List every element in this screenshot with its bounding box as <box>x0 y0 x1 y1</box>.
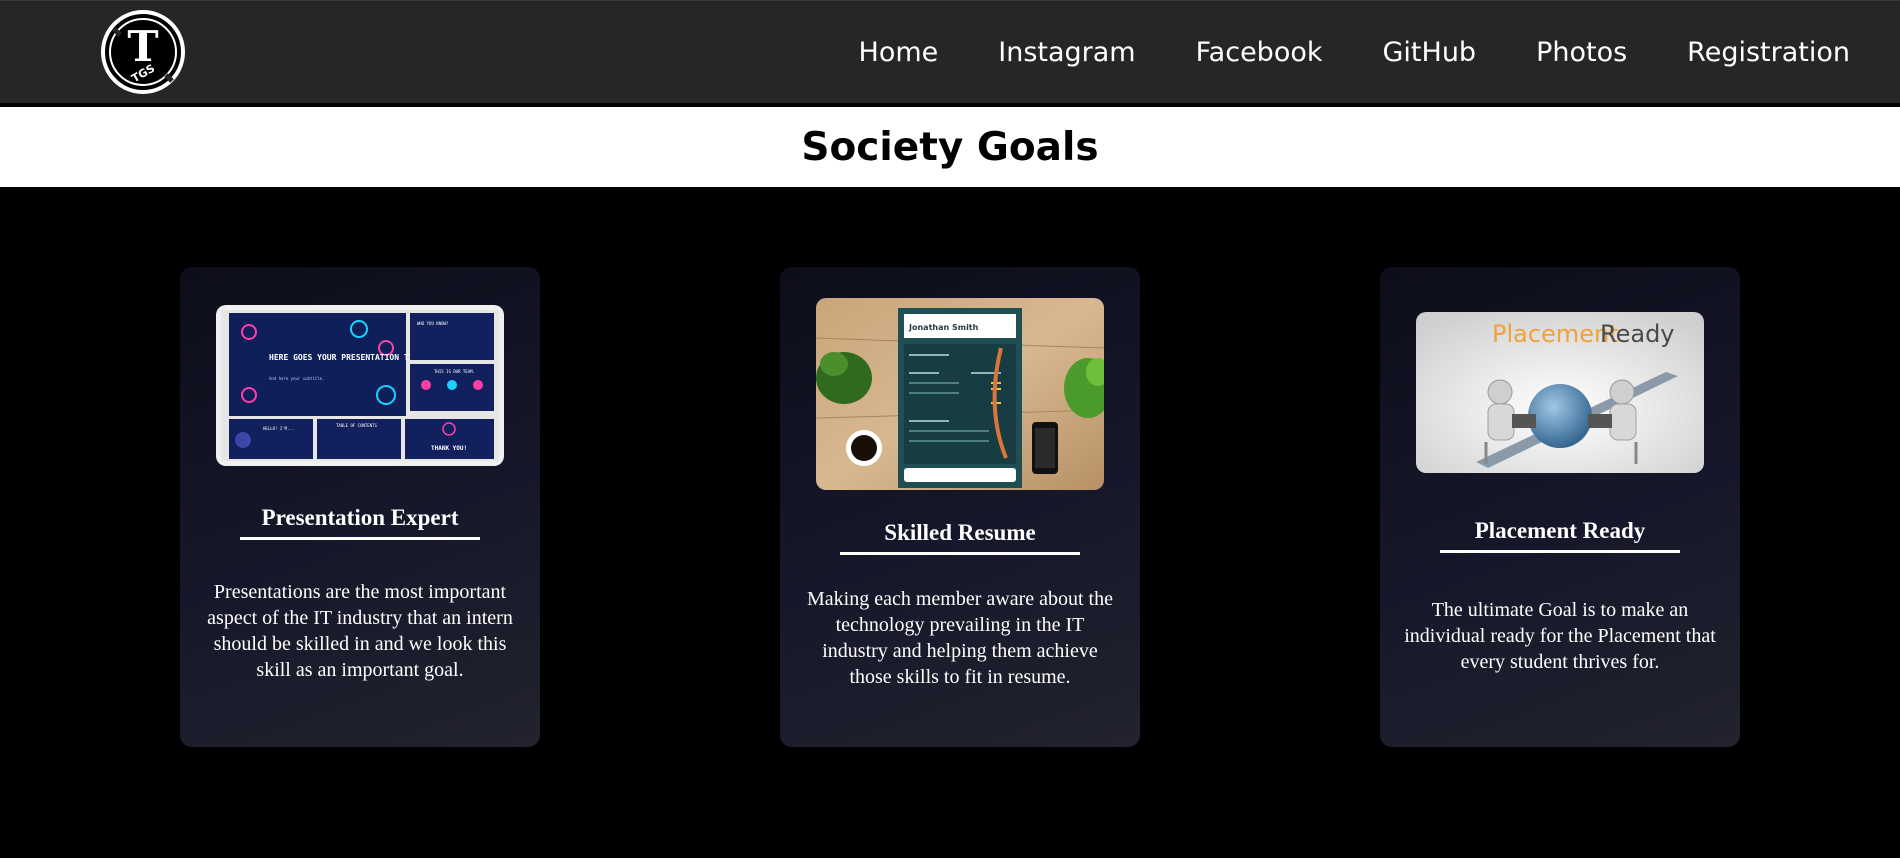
card-title-presentation: Presentation Expert <box>261 505 459 530</box>
page-title: Society Goals <box>801 124 1099 170</box>
slide-hello: HELLO! I'M... <box>263 426 294 431</box>
placement-image: Placement Ready <box>1416 312 1704 473</box>
title-underline <box>840 552 1080 555</box>
presentation-image: HERE GOES YOUR PRESENTATION TITLE And he… <box>216 305 504 466</box>
slide-main-sub: And here your subtitle. <box>269 376 324 381</box>
card-title-placement: Placement Ready <box>1474 518 1646 543</box>
goal-card-presentation: HERE GOES YOUR PRESENTATION TITLE And he… <box>180 267 540 747</box>
nav-facebook[interactable]: Facebook <box>1196 37 1323 68</box>
nav-registration[interactable]: Registration <box>1687 37 1850 68</box>
title-underline <box>240 537 480 540</box>
nav-home[interactable]: Home <box>859 37 939 68</box>
nav-links: Home Instagram Facebook GitHub Photos Re… <box>799 1 1850 104</box>
goal-card-resume: Jonathan Smith Skilled Resume Making eac… <box>780 267 1140 747</box>
card-title-resume: Skilled Resume <box>884 520 1036 545</box>
slide-thanks: THANK YOU! <box>431 445 467 452</box>
slide-team: THIS IS OUR TEAM. <box>434 369 475 374</box>
nav-photos[interactable]: Photos <box>1536 37 1627 68</box>
logo-letter: T <box>127 22 158 71</box>
slide-who: WHO YOU KNOW? <box>417 321 449 326</box>
card-desc-resume: Making each member aware about the techn… <box>807 588 1113 688</box>
brand-part-b: Ready <box>1600 320 1675 348</box>
title-band: Society Goals <box>0 107 1900 187</box>
top-navbar: T TGS Home Instagram Facebook GitHub Pho… <box>0 0 1900 103</box>
goal-card-placement: Placement Ready Placement Ready The ulti… <box>1380 267 1740 747</box>
title-underline <box>1440 550 1680 553</box>
site-logo[interactable]: T TGS <box>100 9 186 95</box>
card-desc-presentation: Presentations are the most important asp… <box>207 581 513 681</box>
slide-main-title: HERE GOES YOUR PRESENTATION TITLE <box>269 353 428 362</box>
nav-github[interactable]: GitHub <box>1383 37 1477 68</box>
resume-image: Jonathan Smith <box>816 298 1104 490</box>
resume-name: Jonathan Smith <box>908 323 979 332</box>
slide-toc: TABLE OF CONTENTS <box>336 423 378 428</box>
nav-instagram[interactable]: Instagram <box>998 37 1135 68</box>
card-desc-placement: The ultimate Goal is to make an individu… <box>1404 599 1716 673</box>
